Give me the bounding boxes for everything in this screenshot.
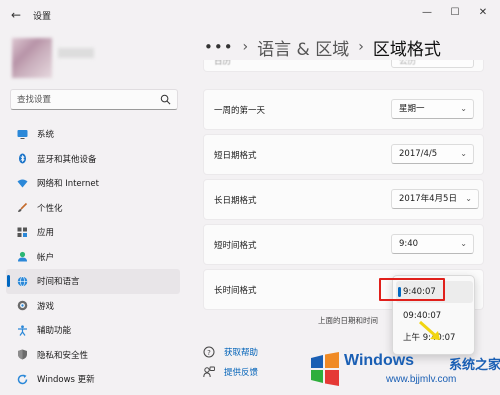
- arrow-annotation-icon: [419, 320, 440, 340]
- bluetooth-icon: [17, 153, 28, 164]
- feedback-icon: [203, 366, 215, 378]
- sidebar-item-accessibility[interactable]: 辅助功能: [6, 318, 180, 343]
- highlight-annotation-box: [379, 278, 445, 301]
- sidebar-item-label: 隐私和安全性: [37, 350, 89, 361]
- accessibility-icon: [17, 325, 28, 336]
- update-icon: [17, 374, 28, 385]
- apps-icon: [17, 227, 28, 238]
- brush-icon: [17, 202, 28, 213]
- sidebar-item-label: 应用: [37, 228, 55, 239]
- sidebar-nav: 系统 蓝牙和其他设备 网络和 Internet 个性化 应用 帐户 时间和语言 …: [6, 122, 180, 392]
- short-time-label: 短时间格式: [214, 241, 257, 251]
- sidebar-item-network[interactable]: 网络和 Internet: [6, 171, 180, 196]
- sidebar-item-label: 游戏: [37, 301, 55, 312]
- title-bar: ← 设置 — ☐ ✕: [0, 0, 500, 30]
- calendar-value: 公历: [399, 60, 417, 67]
- chevron-right-icon: ›: [358, 39, 364, 55]
- account-icon: [17, 251, 28, 262]
- watermark-tagline: 系统之家: [449, 358, 500, 373]
- game-icon: [17, 300, 28, 311]
- short-date-label: 短日期格式: [214, 151, 257, 161]
- sidebar-item-label: 个性化: [37, 203, 63, 214]
- close-button[interactable]: ✕: [472, 3, 494, 23]
- windows-logo-icon: [311, 352, 339, 386]
- chevron-down-icon: ⌄: [460, 239, 467, 248]
- search-icon[interactable]: [160, 94, 171, 105]
- get-help-link[interactable]: ? 获取帮助: [203, 346, 258, 358]
- breadcrumb-language-region[interactable]: 语言 & 区域: [257, 35, 349, 60]
- short-date-value: 2017/4/5: [399, 149, 438, 159]
- sidebar-item-windows-update[interactable]: Windows 更新: [6, 367, 180, 392]
- sidebar-item-label: 系统: [37, 130, 55, 141]
- setting-row-short-date: 短日期格式 2017/4/5 ⌄: [203, 134, 484, 175]
- long-date-label: 长日期格式: [214, 196, 257, 206]
- sidebar-item-accounts[interactable]: 帐户: [6, 245, 180, 270]
- sidebar-item-bluetooth[interactable]: 蓝牙和其他设备: [6, 147, 180, 172]
- user-name-blurred: [58, 48, 94, 58]
- sidebar-item-label: 辅助功能: [37, 326, 72, 337]
- sidebar-item-label: 网络和 Internet: [37, 179, 99, 190]
- sidebar-item-label: 帐户: [37, 252, 55, 263]
- maximize-button[interactable]: ☐: [444, 3, 466, 23]
- chevron-down-icon: ⌄: [460, 149, 467, 158]
- short-time-dropdown[interactable]: 9:40 ⌄: [391, 234, 474, 254]
- short-date-dropdown[interactable]: 2017/4/5 ⌄: [391, 144, 474, 164]
- watermark-name: Windows: [344, 352, 415, 369]
- search-input[interactable]: [17, 93, 157, 107]
- first-day-value: 星期一: [399, 104, 425, 114]
- sidebar-item-label: Windows 更新: [37, 375, 95, 386]
- breadcrumb-more-button[interactable]: •••: [204, 38, 234, 56]
- watermark-url: www.bjjmlv.com: [386, 374, 457, 385]
- network-icon: [17, 178, 28, 189]
- first-day-label: 一周的第一天: [214, 106, 266, 116]
- search-box[interactable]: [10, 89, 178, 110]
- chevron-right-icon: ›: [242, 39, 249, 55]
- calendar-dropdown[interactable]: 公历: [391, 60, 474, 68]
- sidebar-item-system[interactable]: 系统: [6, 122, 180, 147]
- system-icon: [17, 129, 28, 140]
- get-help-label: 获取帮助: [224, 348, 259, 358]
- sidebar-item-apps[interactable]: 应用: [6, 220, 180, 245]
- sidebar-item-gaming[interactable]: 游戏: [6, 294, 180, 319]
- sidebar-item-personalization[interactable]: 个性化: [6, 196, 180, 221]
- window-title: 设置: [33, 12, 52, 22]
- page-title: 区域格式: [372, 39, 441, 60]
- setting-row-long-date: 长日期格式 2017年4月5日 ⌄: [203, 179, 484, 220]
- chevron-down-icon: ⌄: [465, 194, 472, 203]
- back-arrow-icon[interactable]: ←: [8, 7, 24, 23]
- watermark: Windows 系统之家 www.bjjmlv.com: [300, 348, 500, 395]
- sidebar-item-label: 时间和语言: [37, 277, 80, 288]
- avatar[interactable]: [12, 38, 52, 78]
- sidebar-item-label: 蓝牙和其他设备: [37, 154, 97, 165]
- calendar-label: 日历: [214, 60, 232, 67]
- first-day-dropdown[interactable]: 星期一 ⌄: [391, 99, 474, 119]
- sidebar-item-privacy[interactable]: 隐私和安全性: [6, 343, 180, 368]
- breadcrumb: ••• › 语言 & 区域 › 区域格式: [204, 34, 441, 60]
- shield-icon: [17, 349, 28, 360]
- setting-row-calendar: 日历 公历: [203, 60, 484, 72]
- setting-row-short-time: 短时间格式 9:40 ⌄: [203, 224, 484, 265]
- globe-icon: [17, 276, 28, 287]
- sidebar-item-time-language[interactable]: 时间和语言: [6, 269, 180, 294]
- help-icon: ?: [203, 346, 215, 358]
- give-feedback-link[interactable]: 提供反馈: [203, 366, 258, 378]
- long-time-label: 长时间格式: [214, 286, 257, 296]
- format-note-text: 上面的日期和时间: [318, 316, 378, 325]
- chevron-down-icon: ⌄: [460, 104, 467, 113]
- long-date-value: 2017年4月5日: [399, 194, 457, 204]
- minimize-button[interactable]: —: [416, 3, 438, 23]
- long-date-dropdown[interactable]: 2017年4月5日 ⌄: [391, 189, 479, 209]
- give-feedback-label: 提供反馈: [224, 368, 259, 378]
- setting-row-first-day-of-week: 一周的第一天 星期一 ⌄: [203, 89, 484, 130]
- short-time-value: 9:40: [399, 239, 419, 249]
- svg-text:?: ?: [207, 349, 211, 357]
